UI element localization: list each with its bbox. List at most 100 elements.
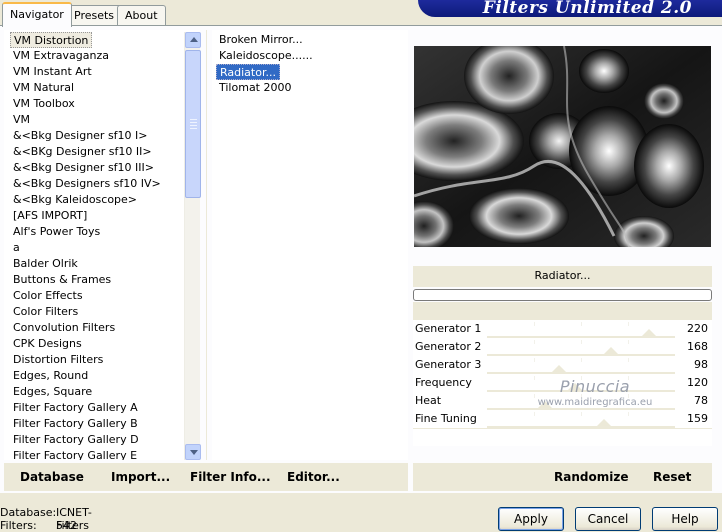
category-item[interactable]: Distortion Filters xyxy=(10,352,106,368)
apply-button[interactable]: Apply xyxy=(498,507,564,531)
slider-thumb[interactable] xyxy=(603,347,618,354)
slider-label: Generator 1 xyxy=(415,322,482,335)
slider-thumb[interactable] xyxy=(552,365,567,372)
category-item[interactable]: VM xyxy=(10,112,33,128)
slider-thumb[interactable] xyxy=(537,401,552,408)
slider-value: 168 xyxy=(687,340,708,353)
slider-tick xyxy=(581,376,582,380)
slider-tick xyxy=(534,340,535,344)
category-item[interactable]: Alf's Power Toys xyxy=(10,224,103,240)
navigator-panel: VM Distortion VM Extravaganza VM Instant A… xyxy=(0,25,722,493)
slider-value: 220 xyxy=(687,322,708,335)
tab-presets[interactable]: Presets xyxy=(66,5,123,26)
category-item[interactable]: VM Natural xyxy=(10,80,77,96)
slider-thumb[interactable] xyxy=(642,329,657,336)
slider-tick xyxy=(534,394,535,398)
slider-track[interactable] xyxy=(487,426,675,428)
slider-row: Generator 1 220 xyxy=(413,320,712,338)
category-item[interactable]: Edges, Round xyxy=(10,368,91,384)
slider-thumb[interactable] xyxy=(568,383,583,390)
category-item[interactable]: Filter Factory Gallery B xyxy=(10,416,141,432)
cancel-button[interactable]: Cancel xyxy=(575,507,641,531)
slider-tick xyxy=(534,412,535,416)
effect-item[interactable]: Radiator... xyxy=(216,64,280,80)
right-toolbar: Randomize Reset xyxy=(413,463,712,491)
slider-value: 120 xyxy=(687,376,708,389)
filter-effect-list[interactable]: Broken Mirror... Kaleidoscope...... Radiat… xyxy=(212,30,408,460)
grip-line xyxy=(190,128,197,129)
filter-name-label: Radiator... xyxy=(413,266,712,287)
slider-tick xyxy=(581,358,582,362)
slider-row: Frequency 120 xyxy=(413,374,712,392)
slider-label: Generator 3 xyxy=(415,358,482,371)
slider-row: Heat 78 xyxy=(413,392,712,410)
category-item[interactable]: [AFS IMPORT] xyxy=(10,208,90,224)
category-item[interactable]: &<Bkg Designers sf10 IV> xyxy=(10,176,164,192)
slider-panel: Generator 1 220 Generator 2 168 Generator 3 9… xyxy=(413,320,712,446)
slider-value: 159 xyxy=(687,412,708,425)
slider-tick xyxy=(534,358,535,362)
category-item[interactable]: &<Bkg Designer sf10 I> xyxy=(10,128,151,144)
category-item[interactable]: Filter Factory Gallery E xyxy=(10,448,140,460)
chevron-up-icon xyxy=(190,37,198,42)
category-scrollbar[interactable] xyxy=(184,32,201,460)
banner-title: Filters Unlimited 2.0 xyxy=(482,0,692,18)
category-item[interactable]: VM Distortion xyxy=(10,32,93,48)
slider-tick xyxy=(628,394,629,398)
category-item[interactable]: Convolution Filters xyxy=(10,320,118,336)
editor-button[interactable]: Editor... xyxy=(287,470,340,484)
grip-line xyxy=(190,119,197,120)
randomize-button[interactable]: Randomize xyxy=(554,470,628,484)
category-item[interactable]: CPK Designs xyxy=(10,336,85,352)
category-item[interactable]: Color Effects xyxy=(10,288,86,304)
scroll-thumb[interactable] xyxy=(185,50,201,198)
effect-item[interactable]: Kaleidoscope...... xyxy=(216,48,316,64)
category-item[interactable]: Color Filters xyxy=(10,304,81,320)
category-item[interactable]: Filter Factory Gallery A xyxy=(10,400,141,416)
filter-category-list[interactable]: VM Distortion VM Extravaganza VM Instant A… xyxy=(4,30,200,460)
scroll-down-button[interactable] xyxy=(185,444,201,460)
category-item[interactable]: &<Bkg Designer sf10 III> xyxy=(10,160,157,176)
tab-about[interactable]: About xyxy=(117,5,166,26)
tab-navigator[interactable]: Navigator xyxy=(2,2,72,27)
slider-row: Generator 3 98 xyxy=(413,356,712,374)
import-button[interactable]: Import... xyxy=(111,470,170,484)
slider-tick xyxy=(628,358,629,362)
category-item[interactable]: VM Instant Art xyxy=(10,64,95,80)
category-item[interactable]: VM Toolbox xyxy=(10,96,78,112)
category-item[interactable]: Edges, Square xyxy=(10,384,95,400)
slider-value: 98 xyxy=(694,358,708,371)
category-item[interactable]: VM Extravaganza xyxy=(10,48,112,64)
left-toolbar: Database Import... Filter Info... Editor… xyxy=(4,463,408,491)
slider-tick xyxy=(581,322,582,326)
slider-thumb[interactable] xyxy=(597,419,612,426)
database-button[interactable]: Database xyxy=(20,470,84,484)
slider-label: Frequency xyxy=(415,376,472,389)
effect-item[interactable]: Tilomat 2000 xyxy=(216,80,294,96)
category-item[interactable]: &<Bkg Kaleidoscope> xyxy=(10,192,140,208)
effect-item[interactable]: Broken Mirror... xyxy=(216,32,306,48)
grip-line xyxy=(190,122,197,123)
slider-row: Fine Tuning 159 xyxy=(413,410,712,428)
category-item[interactable]: Filter Factory Gallery D xyxy=(10,432,142,448)
category-item[interactable]: Buttons & Frames xyxy=(10,272,114,288)
status-filters-label: Filters: xyxy=(0,519,37,532)
slider-tick xyxy=(628,340,629,344)
category-item[interactable]: &<BKg Designer sf10 II> xyxy=(10,144,155,160)
slider-row: Generator 2 168 xyxy=(413,338,712,356)
chevron-down-icon xyxy=(190,450,198,455)
slider-tick xyxy=(581,412,582,416)
filter-info-button[interactable]: Filter Info... xyxy=(190,470,271,484)
help-button[interactable]: Help xyxy=(652,507,718,531)
slider-tick xyxy=(534,322,535,326)
slider-tick xyxy=(581,340,582,344)
category-item[interactable]: a xyxy=(10,240,23,256)
slider-tick xyxy=(628,412,629,416)
divider xyxy=(206,30,207,460)
category-item[interactable]: Balder Olrik xyxy=(10,256,81,272)
slider-label: Heat xyxy=(415,394,442,407)
reset-button[interactable]: Reset xyxy=(653,470,691,484)
progress-bar xyxy=(413,289,712,301)
scroll-up-button[interactable] xyxy=(185,32,201,48)
status-database-label: Database: xyxy=(0,506,57,519)
